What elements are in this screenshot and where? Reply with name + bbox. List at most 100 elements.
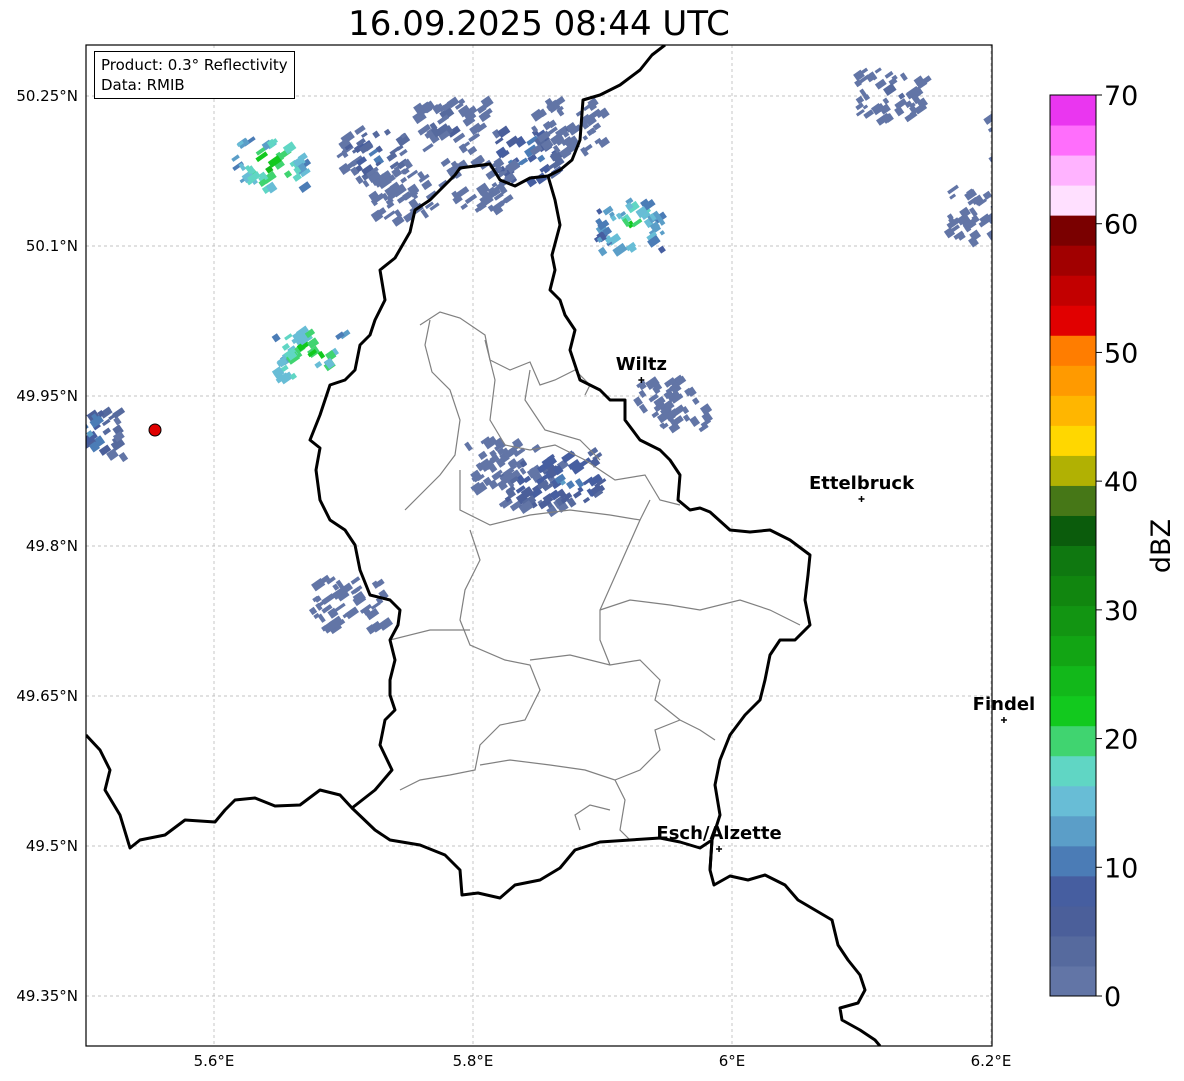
radar-echo-cell bbox=[1158, 220, 1165, 227]
radar-echo-cell bbox=[1123, 261, 1132, 271]
radar-echo-cell bbox=[113, 416, 122, 426]
radar-map: 5.6°E5.8°E6°E6.2°E6.4°E6.6°E50.25°N50.1°… bbox=[16, 42, 1184, 1070]
radar-echo-cell bbox=[1122, 123, 1134, 135]
radar-echo-cell bbox=[1048, 46, 1060, 56]
radar-echo-cell bbox=[66, 436, 76, 444]
radar-echo-cell bbox=[574, 478, 585, 489]
radar-echo-cell bbox=[1174, 253, 1184, 263]
radar-echo-cell bbox=[1017, 153, 1027, 163]
radar-echo-cell bbox=[1002, 111, 1013, 121]
radar-echo-cell bbox=[582, 496, 591, 504]
radar-echo-cell bbox=[283, 170, 293, 179]
radar-echo-cell bbox=[1028, 87, 1035, 94]
radar-echo-cell bbox=[1110, 154, 1119, 162]
lon-tick-label: 6.2°E bbox=[971, 1052, 1012, 1070]
lon-tick-label: 6°E bbox=[719, 1052, 746, 1070]
radar-echo-cell bbox=[231, 154, 240, 162]
radar-echo-cell bbox=[1150, 260, 1159, 270]
radar-echo-cell bbox=[298, 181, 312, 193]
radar-echo-cell bbox=[855, 108, 865, 117]
colorbar-tick-label: 20 bbox=[1104, 725, 1138, 756]
radar-echo-cell bbox=[1133, 267, 1139, 272]
lat-tick-label: 50.1°N bbox=[26, 237, 78, 255]
radar-echo-cell bbox=[400, 176, 408, 184]
radar-echo-cell bbox=[1003, 129, 1017, 142]
colorbar-tick-label: 70 bbox=[1104, 81, 1138, 112]
radar-echo-cell bbox=[1039, 80, 1046, 87]
radar-echo-cell bbox=[983, 112, 992, 125]
radar-echo-cell bbox=[682, 414, 691, 422]
radar-echo-cell bbox=[422, 143, 434, 153]
colorbar-segment bbox=[1050, 335, 1096, 366]
radar-echo-cell bbox=[1147, 133, 1154, 140]
radar-echo-cell bbox=[882, 97, 890, 105]
radar-echo-cell bbox=[1145, 135, 1153, 144]
radar-echo-cell bbox=[565, 480, 575, 490]
lon-tick-label: 5.8°E bbox=[453, 1052, 494, 1070]
radar-echo-cell bbox=[1146, 128, 1156, 138]
radar-echo-cell bbox=[1066, 42, 1073, 48]
radar-echo-cell bbox=[1146, 137, 1153, 145]
radar-echo-cell bbox=[102, 427, 112, 436]
radar-echo-cell bbox=[631, 218, 643, 228]
colorbar-segment bbox=[1050, 215, 1096, 246]
map-frame bbox=[85, 44, 993, 1047]
radar-echo-cell bbox=[1166, 133, 1175, 143]
radar-echo-cell bbox=[1114, 131, 1129, 145]
product-info-box: Product: 0.3° Reflectivity Data: RMIB bbox=[94, 51, 295, 99]
colorbar-segment bbox=[1050, 935, 1096, 967]
radar-echo-cell bbox=[1013, 58, 1021, 65]
radar-echo-cell bbox=[1116, 146, 1129, 158]
radar-echo-cell bbox=[420, 208, 430, 219]
radar-echo-cell bbox=[1107, 167, 1113, 173]
radar-echo-cell bbox=[1163, 223, 1172, 232]
radar-echo-cell bbox=[1003, 123, 1016, 136]
radar-echo-cell bbox=[460, 203, 468, 211]
radar-echo-cell bbox=[86, 432, 87, 444]
radar-echo-cell bbox=[1009, 119, 1017, 127]
canton-boundaries bbox=[389, 311, 801, 841]
radar-echo-cell bbox=[1145, 224, 1154, 232]
radar-echo-cell bbox=[1101, 174, 1111, 184]
radar-echo-cell bbox=[1161, 141, 1167, 147]
radar-echo-cell bbox=[1173, 255, 1183, 265]
colorbar-segment bbox=[1050, 395, 1096, 426]
radar-echo-cell bbox=[596, 208, 603, 215]
radar-echo-cell bbox=[1180, 221, 1184, 229]
radar-echo-cell bbox=[1156, 101, 1164, 110]
colorbar-segment bbox=[1050, 725, 1096, 757]
radar-echo-cell bbox=[874, 78, 887, 90]
radar-echo-cell bbox=[1105, 114, 1116, 123]
radar-echo-cell bbox=[1153, 218, 1164, 229]
colorbar-segment bbox=[1050, 275, 1096, 306]
radar-echo-cell bbox=[1057, 56, 1063, 62]
radar-echo-cell bbox=[982, 190, 992, 201]
radar-echo-cell bbox=[1035, 119, 1044, 127]
radar-echo-cell bbox=[1056, 77, 1065, 87]
colorbar-segment bbox=[1050, 515, 1096, 546]
radar-echo-cell bbox=[467, 145, 478, 156]
lat-tick-label: 49.65°N bbox=[16, 687, 78, 705]
colorbar-tick-label: 10 bbox=[1104, 853, 1138, 884]
radar-echo-cell bbox=[1017, 126, 1030, 139]
radar-echo-cell bbox=[1178, 258, 1184, 268]
radar-echo-cell bbox=[689, 415, 701, 427]
colorbar-segment bbox=[1050, 905, 1096, 937]
radar-echo-cell bbox=[1148, 118, 1158, 128]
radar-echo-cell bbox=[1124, 259, 1133, 268]
colorbar-segment bbox=[1050, 965, 1096, 997]
radar-echo-cell bbox=[1054, 66, 1059, 71]
colorbar-segment bbox=[1050, 95, 1096, 126]
radar-echo-cell bbox=[1102, 172, 1113, 182]
radar-echo-cell bbox=[1143, 143, 1150, 150]
radar-echo-cell bbox=[1149, 219, 1160, 228]
radar-echo-cell bbox=[1004, 213, 1011, 220]
radar-echo-cell bbox=[1095, 160, 1109, 172]
radar-echo-cell bbox=[1045, 46, 1058, 58]
radar-echo-cell bbox=[1026, 81, 1034, 88]
lat-tick-label: 50.25°N bbox=[16, 87, 78, 105]
radar-echo-cell bbox=[1098, 184, 1104, 190]
radar-echo-cell bbox=[71, 446, 83, 458]
colorbar-segment bbox=[1050, 425, 1096, 456]
radar-echo-cell bbox=[51, 450, 63, 461]
